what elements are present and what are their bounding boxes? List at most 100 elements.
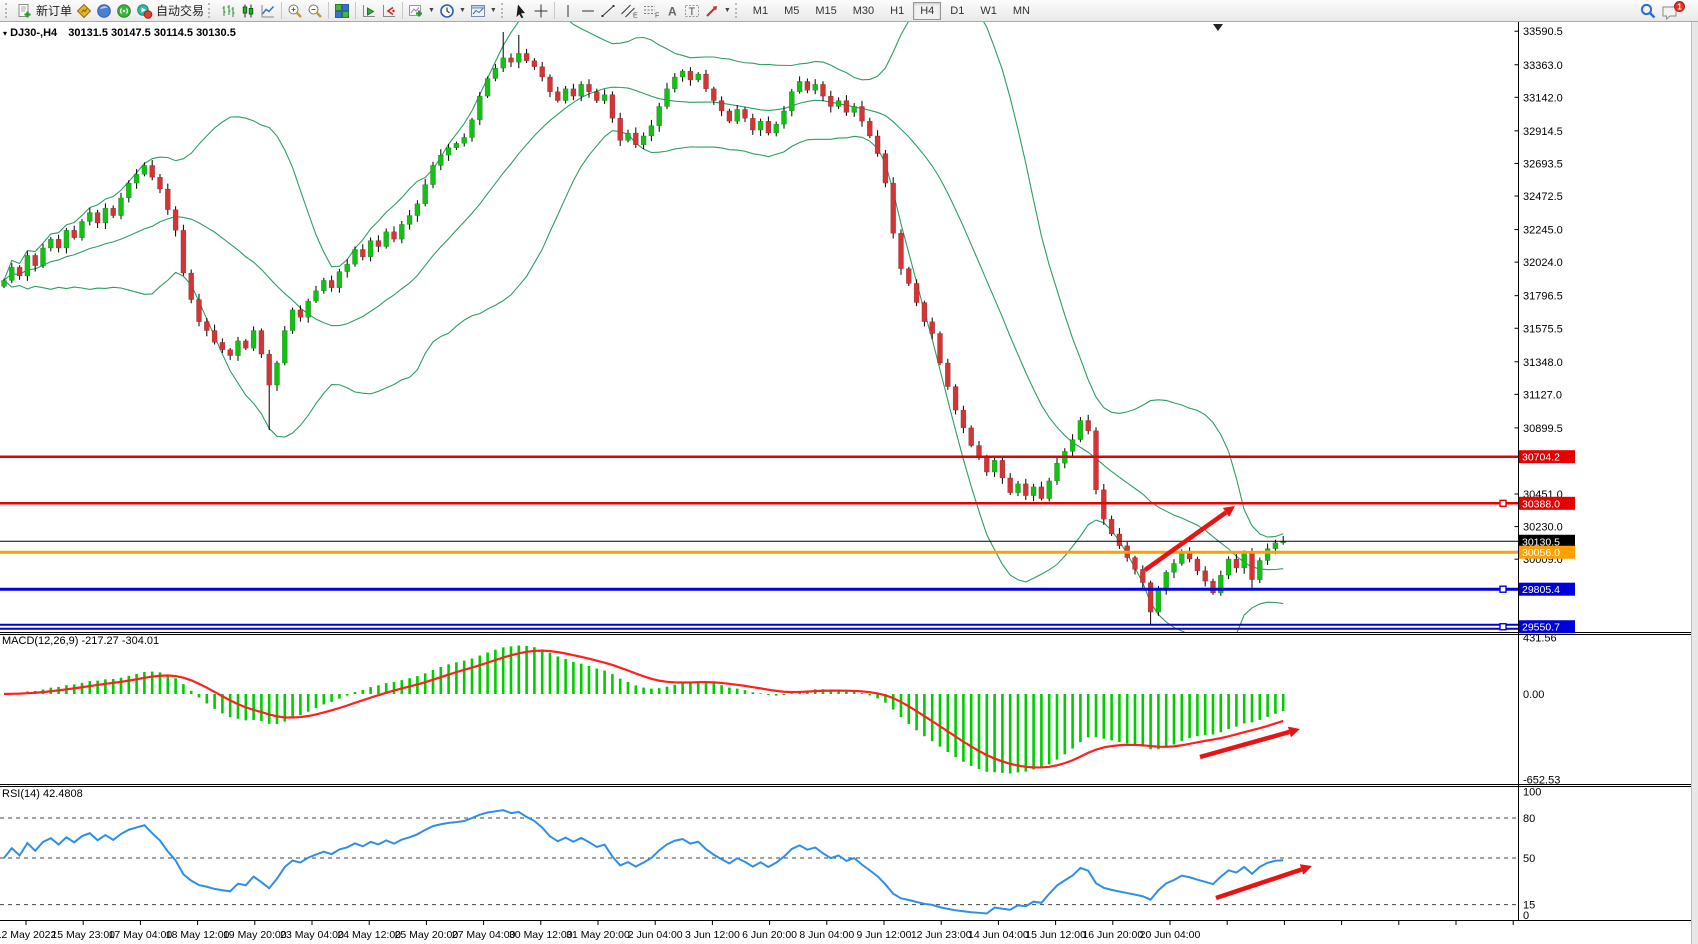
- time-axis-label: 16 Jun 20:00: [1082, 929, 1143, 941]
- fibonacci-icon: F: [642, 3, 660, 19]
- text-button[interactable]: A: [662, 1, 682, 21]
- cursor-icon: [513, 3, 529, 19]
- level-handle[interactable]: [1500, 500, 1506, 506]
- terminal-button[interactable]: [114, 1, 134, 21]
- zoom-out-icon: [307, 3, 323, 19]
- line-chart-button[interactable]: [258, 1, 278, 21]
- autoscroll-icon: [361, 3, 377, 19]
- timeframe-h1-button[interactable]: H1: [883, 2, 911, 20]
- cursor-button[interactable]: [511, 1, 531, 21]
- autotrading-button[interactable]: 自动交易: [134, 1, 206, 21]
- price-tick-label: 31796.5: [1523, 291, 1563, 303]
- rsi-scale-label: 80: [1523, 813, 1535, 825]
- toolbar-grip[interactable]: [5, 3, 11, 18]
- timeframe-m1-button[interactable]: M1: [746, 2, 775, 20]
- price-tick-label: 31127.0: [1523, 389, 1562, 401]
- timeframe-w1-button[interactable]: W1: [973, 2, 1004, 20]
- time-axis-label: 25 May 20:00: [395, 929, 459, 941]
- toolbar-separator: [281, 2, 282, 19]
- trendline-button[interactable]: [598, 1, 618, 21]
- rsi-indicator-label: RSI(14) 42.4808: [2, 788, 83, 800]
- price-tick-label: 30230.0: [1523, 522, 1563, 534]
- label-icon: T: [684, 3, 700, 19]
- timeframe-mn-button[interactable]: MN: [1006, 2, 1037, 20]
- candlestick-icon: [240, 3, 256, 19]
- chart-canvas[interactable]: 33590.533363.033142.032914.532693.532472…: [0, 0, 1698, 944]
- toolbar-grip[interactable]: [735, 3, 741, 18]
- svg-text:E: E: [633, 12, 638, 19]
- chart-shift-marker[interactable]: [1213, 24, 1223, 31]
- indicators-button[interactable]: ▼: [406, 1, 437, 21]
- toolbar-grip[interactable]: [208, 3, 214, 18]
- svg-text:A: A: [668, 4, 677, 18]
- chat-icon: 1: [1661, 1, 1685, 20]
- symbol-dropdown-icon[interactable]: ▾: [3, 29, 7, 38]
- svg-text:T: T: [688, 6, 695, 18]
- time-axis-label: 17 May 04:00: [109, 929, 173, 941]
- macd-scale-label: -652.53: [1523, 774, 1560, 786]
- fibonacci-button[interactable]: F: [640, 1, 662, 21]
- vertical-line-button[interactable]: [558, 1, 578, 21]
- tile-windows-button[interactable]: [332, 1, 352, 21]
- crosshair-icon: [533, 3, 549, 19]
- market-watch-icon: [76, 3, 92, 19]
- bar-chart-button[interactable]: [218, 1, 238, 21]
- periods-button[interactable]: ▼: [437, 1, 468, 21]
- axes: 33590.533363.033142.032914.532693.532472…: [0, 22, 1691, 941]
- time-axis-label: 14 Jun 04:00: [968, 929, 1029, 941]
- dropdown-caret-icon: ▼: [459, 7, 466, 14]
- time-axis-label: 24 May 12:00: [337, 929, 401, 941]
- symbol-quote-line: ▾ DJ30-,H4 30131.5 30147.5 30114.5 30130…: [3, 27, 236, 39]
- chart-shift-button[interactable]: [379, 1, 399, 21]
- autoscroll-button[interactable]: [359, 1, 379, 21]
- chat-badge: 1: [1677, 2, 1682, 11]
- new-order-label: 新订单: [36, 2, 72, 19]
- timeframe-h4-button[interactable]: H4: [913, 2, 941, 20]
- terminal-icon: [116, 3, 132, 19]
- arrows-tool-icon: [704, 3, 720, 19]
- new-order-button[interactable]: 新订单: [15, 1, 74, 21]
- arrows-tool-button[interactable]: ▼: [702, 1, 733, 21]
- timeframe-m5-button[interactable]: M5: [777, 2, 806, 20]
- search-button[interactable]: [1637, 1, 1659, 21]
- price-tick-label: 31348.0: [1523, 357, 1563, 369]
- price-tick-label: 32693.5: [1523, 158, 1563, 170]
- crosshair-button[interactable]: [531, 1, 551, 21]
- macd-scale-label: 431.56: [1523, 633, 1557, 645]
- vertical-line-icon: [561, 3, 575, 19]
- timeframe-m30-button[interactable]: M30: [846, 2, 881, 20]
- candlestick-button[interactable]: [238, 1, 258, 21]
- timeframe-d1-button[interactable]: D1: [943, 2, 971, 20]
- macd-scale-label: 0.00: [1523, 689, 1544, 701]
- price-level-badge-text: 30056.0: [1522, 547, 1560, 559]
- rsi-scale-label: 50: [1523, 853, 1535, 865]
- chat-button[interactable]: 1: [1659, 1, 1687, 21]
- timeframe-m15-button[interactable]: M15: [808, 2, 843, 20]
- drawn-arrow[interactable]: [1200, 732, 1289, 757]
- dropdown-caret-icon: ▼: [428, 7, 435, 14]
- macd-histogram: [4, 646, 1283, 774]
- navigator-button[interactable]: [94, 1, 114, 21]
- level-handle[interactable]: [1500, 624, 1506, 630]
- time-axis-label: 27 May 04:00: [452, 929, 516, 941]
- time-axis-label: 6 Jun 20:00: [742, 929, 797, 941]
- level-handle[interactable]: [1500, 586, 1506, 592]
- zoom-out-button[interactable]: [305, 1, 325, 21]
- channel-button[interactable]: E: [618, 1, 640, 21]
- bar-chart-icon: [220, 3, 236, 19]
- zoom-in-button[interactable]: [285, 1, 305, 21]
- main-price-panel: [0, 0, 1518, 651]
- drawn-arrow[interactable]: [1216, 869, 1302, 898]
- market-watch-button[interactable]: [74, 1, 94, 21]
- time-axis-label: 19 May 20:00: [223, 929, 287, 941]
- time-axis-label: 8 Jun 04:00: [799, 929, 854, 941]
- toolbar-grip[interactable]: [501, 3, 507, 18]
- templates-button[interactable]: ▼: [468, 1, 499, 21]
- price-tick-label: 32024.0: [1523, 257, 1563, 269]
- trendline-icon: [600, 3, 616, 19]
- rsi-scale-label: 0: [1523, 910, 1529, 922]
- zoom-in-icon: [287, 3, 303, 19]
- window-edge-strip: [1691, 22, 1698, 944]
- label-button[interactable]: T: [682, 1, 702, 21]
- horizontal-line-button[interactable]: [578, 1, 598, 21]
